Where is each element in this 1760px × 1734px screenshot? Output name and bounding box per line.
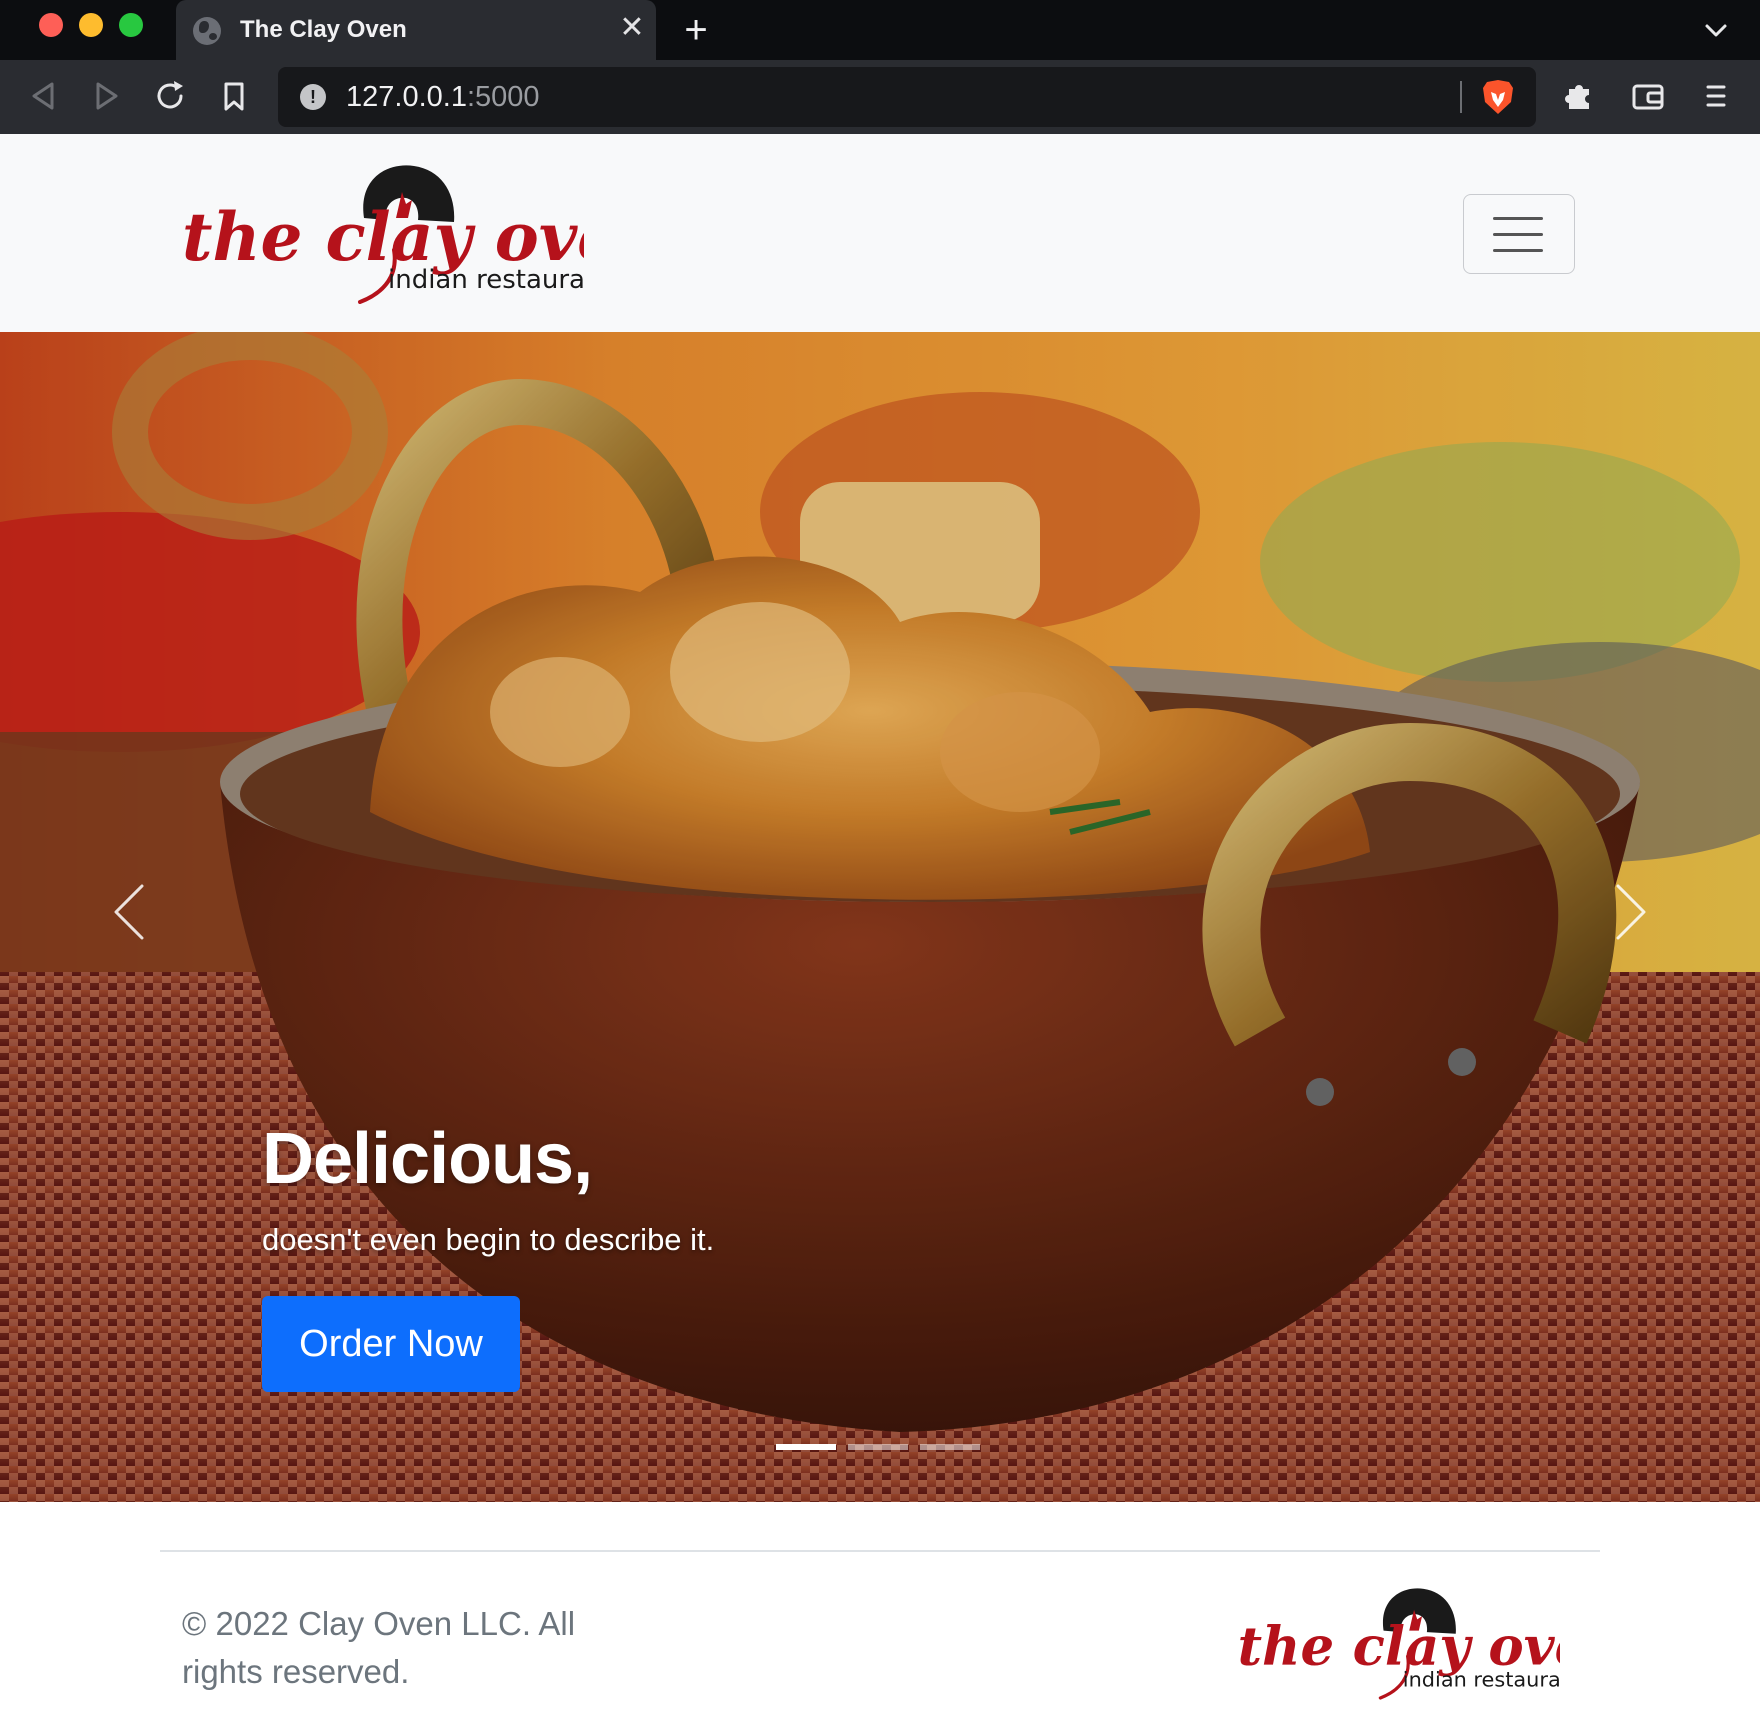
clay-oven-logo[interactable]: the clay oven indian restaurant bbox=[180, 158, 584, 304]
carousel-indicator-1[interactable] bbox=[776, 1444, 836, 1450]
url-text[interactable]: 127.0.0.1:5000 bbox=[346, 81, 540, 114]
bookmark-icon[interactable] bbox=[214, 76, 254, 116]
browser-tab-strip: The Clay Oven ✕ + bbox=[0, 0, 1760, 60]
site-navbar: the clay oven indian restaurant bbox=[0, 134, 1760, 332]
site-info-icon[interactable]: ! bbox=[300, 84, 326, 110]
window-maximize-control[interactable] bbox=[119, 13, 143, 37]
globe-icon bbox=[193, 17, 221, 45]
forward-arrow-icon[interactable] bbox=[86, 76, 126, 116]
carousel-indicator-3[interactable] bbox=[920, 1444, 980, 1450]
web-page: the clay oven indian restaurant bbox=[0, 134, 1760, 1734]
browser-menu-icon[interactable] bbox=[1696, 76, 1736, 116]
tab-close-icon[interactable]: ✕ bbox=[616, 12, 648, 44]
svg-text:indian restaurant: indian restaurant bbox=[1403, 1668, 1560, 1692]
footer-clay-oven-logo[interactable]: the clay oven indian restaurant bbox=[1236, 1582, 1560, 1700]
carousel-indicators bbox=[776, 1444, 982, 1450]
tab-list-chevron-icon[interactable] bbox=[1700, 14, 1732, 46]
brave-shields-icon[interactable] bbox=[1481, 78, 1515, 116]
browser-tab-active[interactable]: The Clay Oven ✕ bbox=[176, 0, 656, 60]
hero-carousel: Delicious, doesn't even begin to describ… bbox=[0, 332, 1760, 1502]
extensions-puzzle-icon[interactable] bbox=[1560, 76, 1600, 116]
window-minimize-control[interactable] bbox=[79, 13, 103, 37]
copyright-text: © 2022 Clay Oven LLC. All rights reserve… bbox=[182, 1605, 576, 1690]
back-arrow-icon[interactable] bbox=[24, 76, 64, 116]
address-bar-divider bbox=[1460, 81, 1462, 113]
footer-divider bbox=[160, 1550, 1600, 1552]
site-footer: © 2022 Clay Oven LLC. All rights reserve… bbox=[0, 1502, 1760, 1734]
order-now-button[interactable]: Order Now bbox=[262, 1296, 520, 1392]
hamburger-icon bbox=[1493, 217, 1543, 220]
reload-icon[interactable] bbox=[150, 76, 190, 116]
carousel-caption: Delicious, doesn't even begin to describ… bbox=[262, 1118, 1162, 1258]
tab-title: The Clay Oven bbox=[240, 16, 407, 43]
carousel-prev-arrow-icon[interactable] bbox=[100, 872, 160, 952]
window-close-control[interactable] bbox=[39, 13, 63, 37]
navbar-toggle-button[interactable] bbox=[1463, 194, 1575, 274]
wallet-icon[interactable] bbox=[1628, 76, 1668, 116]
new-tab-button[interactable]: + bbox=[676, 8, 716, 52]
browser-toolbar: ! 127.0.0.1:5000 bbox=[0, 60, 1760, 134]
hero-title: Delicious, bbox=[262, 1119, 593, 1199]
address-bar[interactable]: ! 127.0.0.1:5000 bbox=[278, 67, 1536, 127]
svg-text:indian restaurant: indian restaurant bbox=[388, 265, 584, 295]
hero-subtitle: doesn't even begin to describe it. bbox=[262, 1222, 715, 1257]
carousel-indicator-2[interactable] bbox=[848, 1444, 908, 1450]
carousel-next-arrow-icon[interactable] bbox=[1600, 872, 1660, 952]
